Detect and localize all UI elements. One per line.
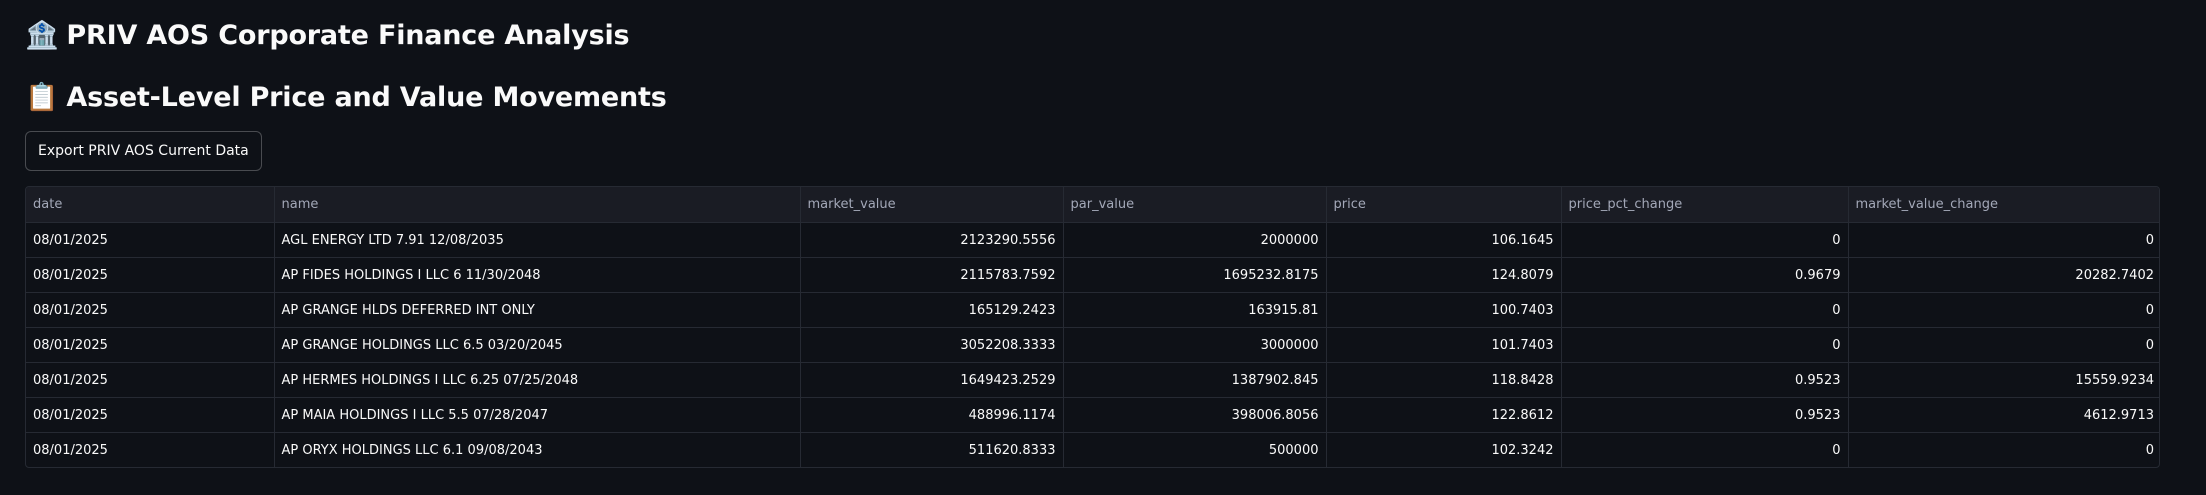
cell-market-value-change[interactable]: 0 — [1848, 222, 2159, 258]
cell-market-value[interactable]: 1649423.2529 — [800, 362, 1064, 398]
cell-par-value[interactable]: 1695232.8175 — [1063, 257, 1327, 293]
cell-market-value[interactable]: 2115783.7592 — [800, 257, 1064, 293]
table-row: 08/01/2025 AGL ENERGY LTD 7.91 12/08/203… — [26, 222, 2159, 258]
column-header-market-value-change[interactable]: market_value_change — [1848, 187, 2159, 223]
cell-market-value-change[interactable]: 20282.7402 — [1848, 257, 2159, 293]
page-title-text: PRIV AOS Corporate Finance Analysis — [66, 20, 630, 51]
column-header-market-value[interactable]: market_value — [800, 187, 1064, 223]
section-title: 📋 Asset-Level Price and Value Movements — [25, 80, 667, 116]
cell-price[interactable]: 106.1645 — [1326, 222, 1562, 258]
cell-name[interactable]: AP MAIA HOLDINGS I LLC 5.5 07/28/2047 — [274, 397, 801, 433]
cell-par-value[interactable]: 2000000 — [1063, 222, 1327, 258]
cell-market-value[interactable]: 165129.2423 — [800, 292, 1064, 328]
cell-date[interactable]: 08/01/2025 — [26, 222, 275, 258]
cell-par-value[interactable]: 3000000 — [1063, 327, 1327, 363]
table-header-row: date name market_value par_value price p… — [26, 187, 2159, 223]
cell-par-value[interactable]: 1387902.845 — [1063, 362, 1327, 398]
cell-price-pct-change[interactable]: 0 — [1561, 292, 1849, 328]
table-row: 08/01/2025 AP HERMES HOLDINGS I LLC 6.25… — [26, 362, 2159, 398]
app-page: 🏦 PRIV AOS Corporate Finance Analysis 📋 As… — [0, 0, 2206, 495]
cell-price-pct-change[interactable]: 0 — [1561, 432, 1849, 467]
cell-date[interactable]: 08/01/2025 — [26, 362, 275, 398]
cell-price-pct-change[interactable]: 0.9523 — [1561, 362, 1849, 398]
cell-market-value[interactable]: 3052208.3333 — [800, 327, 1064, 363]
cell-price[interactable]: 101.7403 — [1326, 327, 1562, 363]
clipboard-icon: 📋 — [25, 82, 59, 113]
table-row: 08/01/2025 AP GRANGE HOLDINGS LLC 6.5 03… — [26, 327, 2159, 363]
cell-par-value[interactable]: 398006.8056 — [1063, 397, 1327, 433]
section-title-text: Asset-Level Price and Value Movements — [66, 82, 667, 113]
cell-date[interactable]: 08/01/2025 — [26, 292, 275, 328]
cell-price-pct-change[interactable]: 0.9679 — [1561, 257, 1849, 293]
cell-market-value-change[interactable]: 0 — [1848, 292, 2159, 328]
cell-price-pct-change[interactable]: 0 — [1561, 222, 1849, 258]
table-row: 08/01/2025 AP ORYX HOLDINGS LLC 6.1 09/0… — [26, 432, 2159, 468]
cell-par-value[interactable]: 500000 — [1063, 432, 1327, 467]
cell-name[interactable]: AP HERMES HOLDINGS I LLC 6.25 07/25/2048 — [274, 362, 801, 398]
cell-name[interactable]: AP GRANGE HLDS DEFERRED INT ONLY — [274, 292, 801, 328]
cell-market-value-change[interactable]: 15559.9234 — [1848, 362, 2159, 398]
cell-date[interactable]: 08/01/2025 — [26, 257, 275, 293]
data-table[interactable]: date name market_value par_value price p… — [25, 186, 2160, 468]
cell-name[interactable]: AGL ENERGY LTD 7.91 12/08/2035 — [274, 222, 801, 258]
export-data-button[interactable]: Export PRIV AOS Current Data — [25, 131, 262, 171]
table-row: 08/01/2025 AP FIDES HOLDINGS I LLC 6 11/… — [26, 257, 2159, 293]
cell-market-value-change[interactable]: 4612.9713 — [1848, 397, 2159, 433]
cell-date[interactable]: 08/01/2025 — [26, 327, 275, 363]
cell-price-pct-change[interactable]: 0 — [1561, 327, 1849, 363]
page-title: 🏦 PRIV AOS Corporate Finance Analysis — [25, 18, 630, 54]
cell-price-pct-change[interactable]: 0.9523 — [1561, 397, 1849, 433]
table-row: 08/01/2025 AP GRANGE HLDS DEFERRED INT O… — [26, 292, 2159, 328]
cell-price[interactable]: 100.7403 — [1326, 292, 1562, 328]
cell-market-value[interactable]: 511620.8333 — [800, 432, 1064, 467]
cell-market-value-change[interactable]: 0 — [1848, 433, 2159, 468]
cell-market-value[interactable]: 2123290.5556 — [800, 222, 1064, 258]
cell-par-value[interactable]: 163915.81 — [1063, 292, 1327, 328]
cell-price[interactable]: 122.8612 — [1326, 397, 1562, 433]
column-header-par-value[interactable]: par_value — [1063, 187, 1327, 223]
table-row: 08/01/2025 AP MAIA HOLDINGS I LLC 5.5 07… — [26, 397, 2159, 433]
column-header-price-pct-change[interactable]: price_pct_change — [1561, 187, 1849, 223]
cell-price[interactable]: 118.8428 — [1326, 362, 1562, 398]
cell-name[interactable]: AP ORYX HOLDINGS LLC 6.1 09/08/2043 — [274, 432, 801, 467]
cell-date[interactable]: 08/01/2025 — [26, 397, 275, 433]
cell-market-value[interactable]: 488996.1174 — [800, 397, 1064, 433]
cell-name[interactable]: AP GRANGE HOLDINGS LLC 6.5 03/20/2045 — [274, 327, 801, 363]
column-header-date[interactable]: date — [26, 187, 275, 223]
cell-price[interactable]: 124.8079 — [1326, 257, 1562, 293]
cell-price[interactable]: 102.3242 — [1326, 432, 1562, 467]
cell-market-value-change[interactable]: 0 — [1848, 327, 2159, 363]
column-header-name[interactable]: name — [274, 187, 801, 223]
column-header-price[interactable]: price — [1326, 187, 1562, 223]
cell-date[interactable]: 08/01/2025 — [26, 432, 275, 467]
cell-name[interactable]: AP FIDES HOLDINGS I LLC 6 11/30/2048 — [274, 257, 801, 293]
bank-icon: 🏦 — [25, 20, 59, 51]
